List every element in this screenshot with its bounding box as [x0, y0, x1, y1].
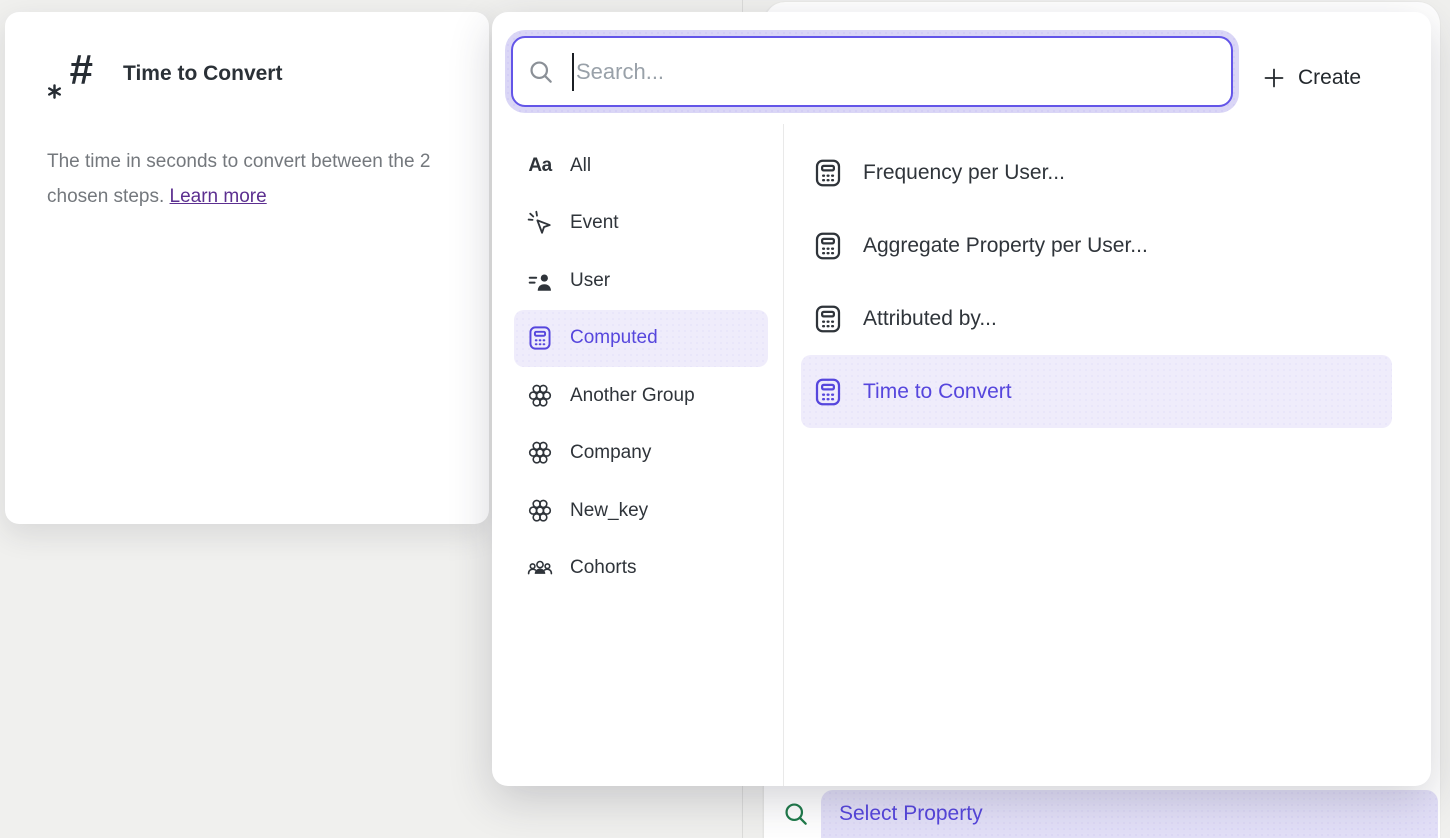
result-item-frequency-per-user[interactable]: Frequency per User... — [801, 136, 1392, 209]
group-cluster-icon — [527, 498, 553, 524]
text-cursor — [572, 53, 574, 91]
result-label: Attributed by... — [863, 307, 997, 331]
category-label: All — [570, 155, 591, 177]
property-tooltip-card: # Time to Convert The time in seconds to… — [5, 12, 489, 524]
select-property-field[interactable]: Select Property — [821, 790, 1438, 838]
category-item-company[interactable]: Company — [514, 425, 768, 483]
calculator-icon — [813, 158, 843, 188]
category-label: New_key — [570, 500, 648, 522]
create-button[interactable]: Create — [1262, 55, 1361, 101]
numeric-hash-star-icon: # — [47, 48, 93, 100]
search-focus-halo — [505, 30, 1239, 113]
category-item-all[interactable]: Aa All — [514, 137, 768, 195]
category-label: Another Group — [570, 385, 695, 407]
category-item-computed[interactable]: Computed — [514, 310, 768, 368]
result-label: Time to Convert — [863, 380, 1012, 404]
calculator-icon — [813, 304, 843, 334]
group-cluster-icon — [527, 440, 553, 466]
user-list-icon — [527, 268, 553, 294]
tooltip-description: The time in seconds to convert between t… — [47, 144, 459, 214]
category-item-cohorts[interactable]: Cohorts — [514, 540, 768, 598]
category-label: Company — [570, 442, 651, 464]
category-label: Cohorts — [570, 557, 637, 579]
search-icon — [527, 58, 555, 86]
property-picker-popover: Create Aa All Event User Computed Anothe… — [492, 12, 1431, 786]
calculator-icon — [527, 325, 553, 351]
select-property-control[interactable]: Select Property — [782, 790, 1438, 838]
cursor-click-icon — [527, 210, 553, 236]
group-cluster-icon — [527, 383, 553, 409]
result-item-time-to-convert[interactable]: Time to Convert — [801, 355, 1392, 428]
select-property-label: Select Property — [839, 802, 983, 826]
tooltip-title: Time to Convert — [123, 62, 282, 86]
result-label: Frequency per User... — [863, 161, 1065, 185]
calculator-icon — [813, 231, 843, 261]
category-item-user[interactable]: User — [514, 252, 768, 310]
learn-more-link[interactable]: Learn more — [170, 186, 267, 207]
result-label: Aggregate Property per User... — [863, 234, 1148, 258]
result-item-attributed-by[interactable]: Attributed by... — [801, 282, 1392, 355]
category-label: Computed — [570, 327, 658, 349]
category-list: Aa All Event User Computed Another Group… — [492, 137, 783, 597]
category-item-event[interactable]: Event — [514, 195, 768, 253]
category-item-another-group[interactable]: Another Group — [514, 367, 768, 425]
search-icon — [782, 800, 810, 828]
calculator-icon — [813, 377, 843, 407]
property-results-list: Frequency per User... Aggregate Property… — [784, 136, 1431, 428]
text-aa-icon: Aa — [527, 153, 553, 179]
plus-icon — [1262, 66, 1286, 90]
category-label: Event — [570, 212, 619, 234]
result-item-aggregate-property-per-user[interactable]: Aggregate Property per User... — [801, 209, 1392, 282]
category-label: User — [570, 270, 610, 292]
category-item-new-key[interactable]: New_key — [514, 482, 768, 540]
search-field[interactable] — [511, 36, 1233, 107]
search-input[interactable] — [576, 59, 1231, 85]
create-button-label: Create — [1298, 66, 1361, 90]
cohorts-people-icon — [527, 555, 553, 581]
